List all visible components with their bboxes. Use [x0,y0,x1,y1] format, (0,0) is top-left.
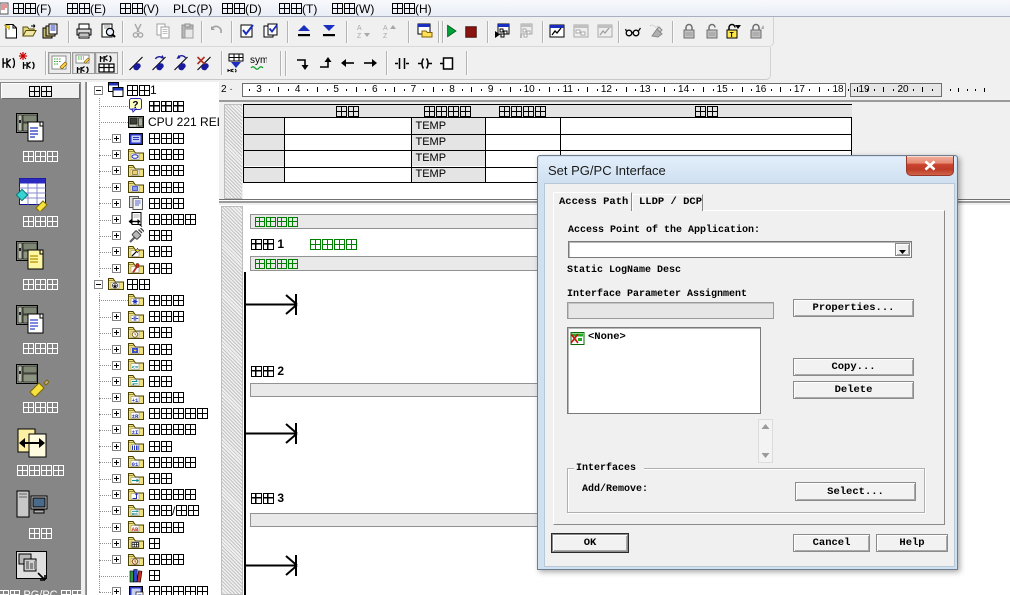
svg-text:A: A [383,25,388,32]
svg-text:±R: ±R [132,413,139,420]
svg-text:sym: sym [250,55,267,66]
svg-text:+1: +1 [132,396,139,403]
svg-text:01: 01 [132,461,139,468]
svg-text:AB: AB [132,526,139,533]
svg-text:?: ? [132,100,138,111]
svg-text:Z: Z [383,33,388,39]
svg-text:Z: Z [357,33,362,39]
svg-text:±I: ±I [132,429,139,436]
svg-text:A: A [357,25,362,32]
svg-text:<=: <= [132,364,139,371]
svg-text:T: T [730,32,734,39]
